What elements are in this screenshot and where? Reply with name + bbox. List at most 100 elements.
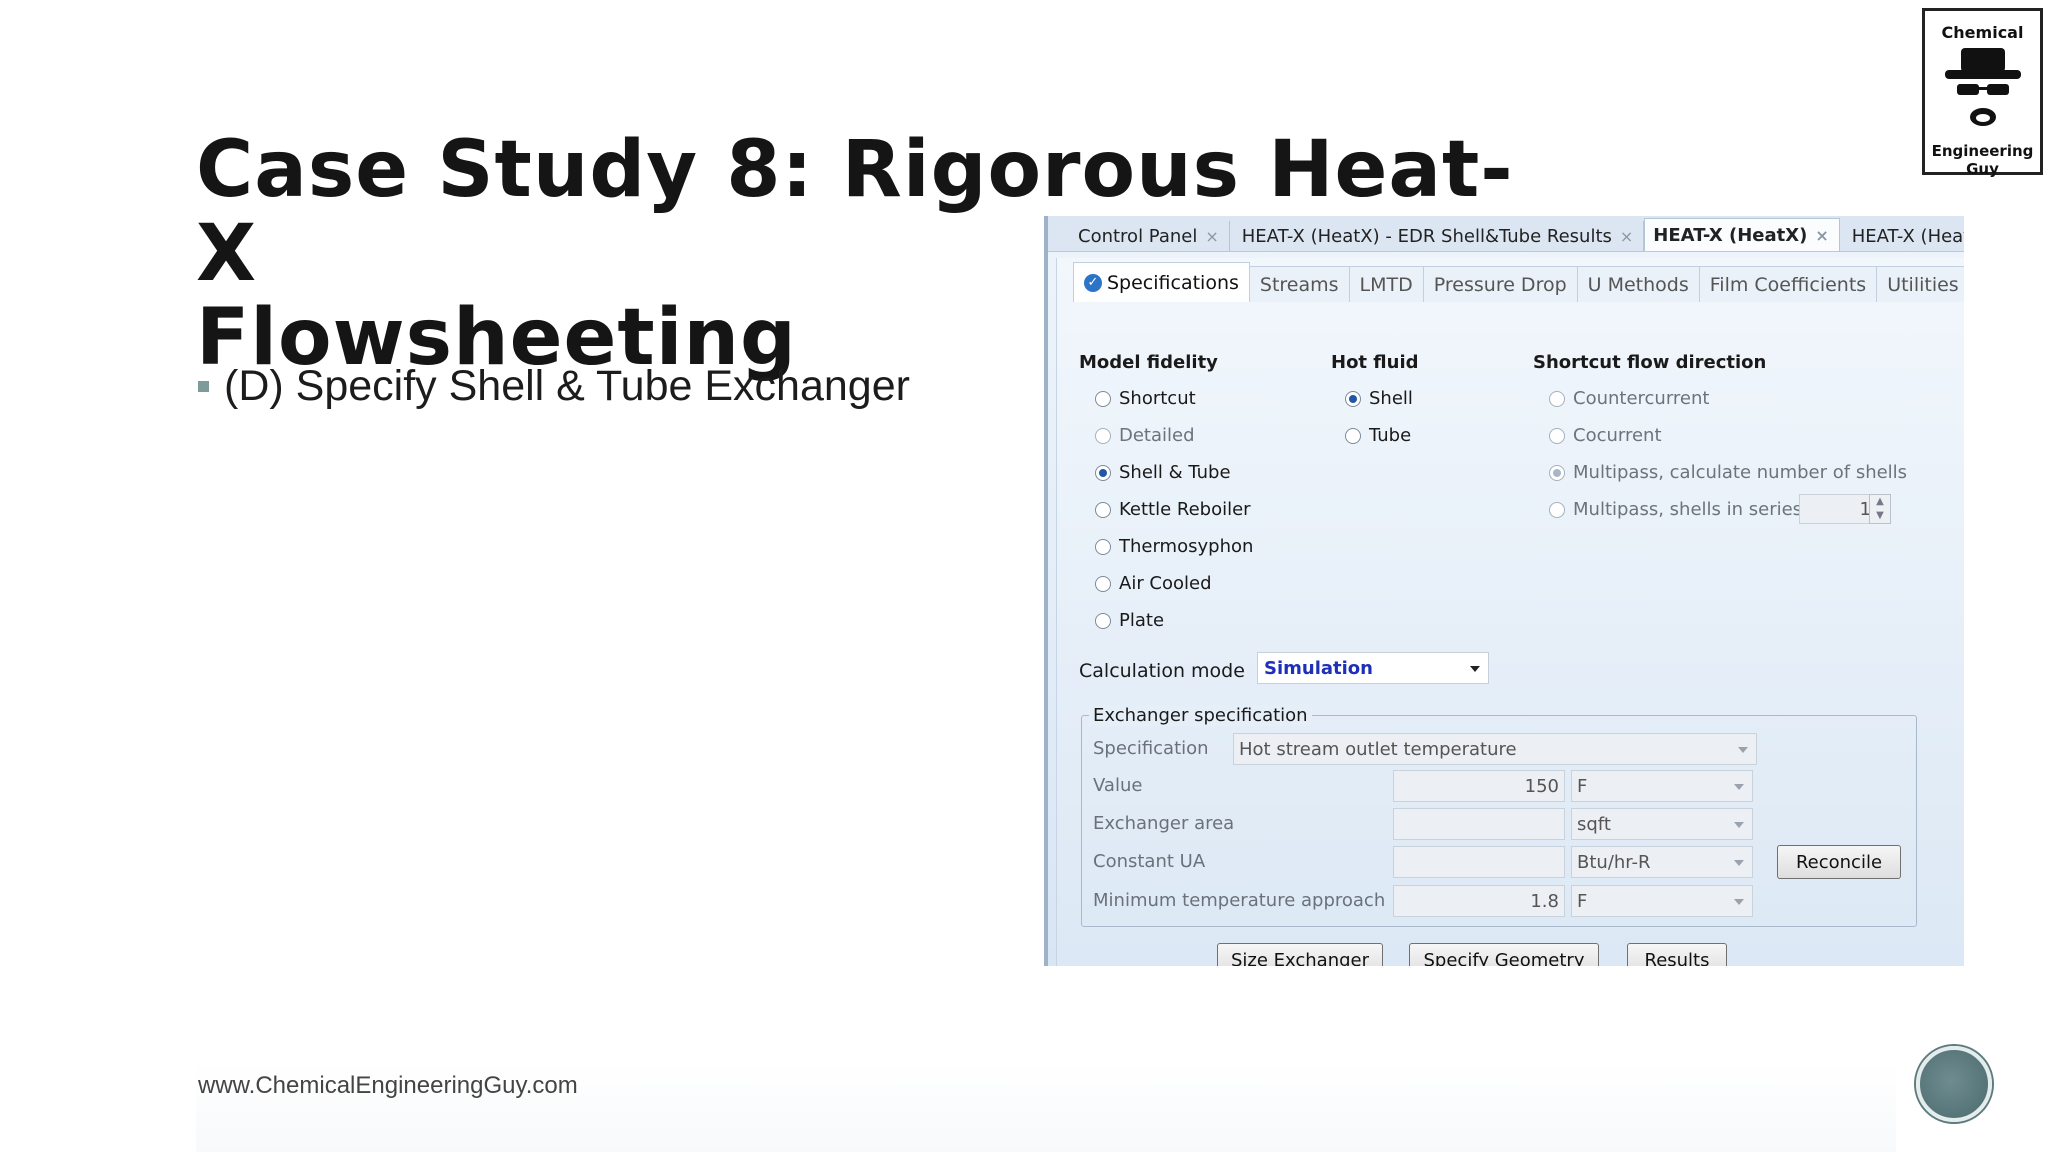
close-icon[interactable]: × bbox=[1620, 227, 1633, 246]
doc-tab-edr-results[interactable]: HEAT-X (HeatX) - EDR Shell&Tube Results … bbox=[1230, 221, 1645, 251]
radio-icon[interactable] bbox=[1095, 538, 1111, 555]
radio-plate[interactable]: Plate bbox=[1095, 610, 1164, 631]
constant-ua-input[interactable] bbox=[1393, 846, 1565, 878]
radio-cocurrent[interactable]: Cocurrent bbox=[1549, 425, 1662, 446]
radio-detailed[interactable]: Detailed bbox=[1095, 425, 1195, 446]
radio-multipass-calc[interactable]: Multipass, calculate number of shells bbox=[1549, 462, 1907, 483]
specify-geometry-button[interactable]: Specify Geometry bbox=[1409, 943, 1599, 966]
shells-in-series-input[interactable]: 1 bbox=[1799, 494, 1877, 524]
spinner-down-icon[interactable]: ▼ bbox=[1870, 509, 1890, 523]
chevron-down-icon bbox=[1734, 822, 1744, 828]
radio-label: Countercurrent bbox=[1573, 388, 1710, 409]
value-label: Value bbox=[1093, 775, 1143, 796]
radio-selected-icon[interactable] bbox=[1345, 390, 1361, 407]
doc-tab-label: HEAT-X (HeatX) - EDR Shell&Tube Results bbox=[1241, 225, 1612, 247]
radio-countercurrent[interactable]: Countercurrent bbox=[1549, 388, 1709, 409]
radio-icon[interactable] bbox=[1549, 427, 1565, 444]
doc-tab-label: HEAT-X (HeatX) bbox=[1653, 224, 1808, 246]
radio-shortcut[interactable]: Shortcut bbox=[1095, 388, 1196, 409]
ua-unit-select[interactable]: Btu/hr-R bbox=[1571, 846, 1753, 878]
results-button[interactable]: Results bbox=[1627, 943, 1727, 966]
radio-air-cooled[interactable]: Air Cooled bbox=[1095, 573, 1212, 594]
radio-icon[interactable] bbox=[1095, 575, 1111, 592]
radio-thermosyphon[interactable]: Thermosyphon bbox=[1095, 536, 1253, 557]
detective-hat-icon bbox=[1944, 48, 2021, 126]
close-icon[interactable]: × bbox=[1815, 226, 1828, 245]
footer-url: www.ChemicalEngineeringGuy.com bbox=[198, 1072, 578, 1099]
calculation-mode-value: Simulation bbox=[1264, 657, 1373, 679]
tab-utilities[interactable]: Utilities bbox=[1876, 266, 1964, 302]
radio-label: Air Cooled bbox=[1119, 573, 1212, 594]
sub-tabs: ✓ Specifications Streams LMTD Pressure D… bbox=[1073, 262, 1964, 302]
logo-text-bottom: Engineering Guy bbox=[1931, 142, 2034, 178]
min-temp-approach-input[interactable]: 1.8 bbox=[1393, 885, 1565, 917]
radio-label: Shell bbox=[1369, 388, 1413, 409]
calculation-mode-label: Calculation mode bbox=[1079, 660, 1245, 682]
radio-icon[interactable] bbox=[1095, 390, 1111, 407]
close-icon[interactable]: × bbox=[1205, 227, 1218, 246]
tab-u-methods[interactable]: U Methods bbox=[1576, 266, 1700, 302]
radio-icon[interactable] bbox=[1095, 501, 1111, 518]
chevron-down-icon bbox=[1738, 747, 1748, 753]
tab-film-coefficients[interactable]: Film Coefficients bbox=[1698, 266, 1878, 302]
exchanger-area-input[interactable] bbox=[1393, 808, 1565, 840]
logo-text-top: Chemical bbox=[1941, 23, 2024, 42]
tab-label: Specifications bbox=[1107, 271, 1239, 294]
hot-fluid-heading: Hot fluid bbox=[1331, 352, 1419, 373]
radio-label: Tube bbox=[1369, 425, 1412, 446]
radio-multipass-series[interactable]: Multipass, shells in series bbox=[1549, 499, 1802, 520]
form-area: ✓ Specifications Streams LMTD Pressure D… bbox=[1056, 258, 1964, 966]
tab-specifications[interactable]: ✓ Specifications bbox=[1073, 262, 1250, 302]
radio-icon[interactable] bbox=[1095, 612, 1111, 629]
radio-selected-icon[interactable] bbox=[1549, 464, 1565, 481]
model-fidelity-heading: Model fidelity bbox=[1079, 352, 1218, 373]
radio-icon[interactable] bbox=[1549, 501, 1565, 518]
logo: Chemical Engineering Guy bbox=[1922, 8, 2043, 178]
radio-icon[interactable] bbox=[1345, 427, 1361, 444]
spinner-up-icon[interactable]: ▲ bbox=[1870, 495, 1890, 509]
doc-tab-heatx-active[interactable]: HEAT-X (HeatX) × bbox=[1644, 218, 1840, 251]
radio-kettle-reboiler[interactable]: Kettle Reboiler bbox=[1095, 499, 1251, 520]
radio-label: Shell & Tube bbox=[1119, 462, 1231, 483]
radio-label: Detailed bbox=[1119, 425, 1195, 446]
radio-selected-icon[interactable] bbox=[1095, 464, 1111, 481]
radio-label: Multipass, shells in series bbox=[1573, 499, 1803, 520]
radio-icon[interactable] bbox=[1549, 390, 1565, 407]
bullet-item: (D) Specify Shell & Tube Exchanger bbox=[198, 362, 910, 411]
area-unit-select[interactable]: sqft bbox=[1571, 808, 1753, 840]
bullet-square-icon bbox=[198, 381, 209, 392]
radio-hot-shell[interactable]: Shell bbox=[1345, 388, 1413, 409]
check-circle-icon: ✓ bbox=[1084, 273, 1102, 292]
tab-pressure-drop[interactable]: Pressure Drop bbox=[1422, 266, 1578, 302]
bullet-text: (D) Specify Shell & Tube Exchanger bbox=[224, 362, 910, 410]
tab-lmtd[interactable]: LMTD bbox=[1348, 266, 1424, 302]
value-input[interactable]: 150 bbox=[1393, 770, 1565, 802]
specification-value: Hot stream outlet temperature bbox=[1239, 738, 1517, 760]
chevron-down-icon bbox=[1470, 666, 1480, 672]
min-temp-unit-select[interactable]: F bbox=[1571, 885, 1753, 917]
unit-value: sqft bbox=[1577, 813, 1611, 835]
doc-tab-label: Control Panel bbox=[1078, 225, 1198, 247]
doc-tab-control-panel[interactable]: Control Panel × bbox=[1056, 221, 1230, 251]
calculation-mode-select[interactable]: Simulation bbox=[1257, 652, 1489, 684]
document-tabs: Control Panel × HEAT-X (HeatX) - EDR She… bbox=[1048, 216, 1964, 252]
value-unit-select[interactable]: F bbox=[1571, 770, 1753, 802]
shells-spinner[interactable]: ▲ ▼ bbox=[1869, 494, 1891, 524]
size-exchanger-button[interactable]: Size Exchanger bbox=[1217, 943, 1383, 966]
radio-icon[interactable] bbox=[1095, 427, 1111, 444]
chevron-down-icon bbox=[1734, 860, 1744, 866]
exchanger-area-label: Exchanger area bbox=[1093, 813, 1235, 834]
exchanger-spec-legend: Exchanger specification bbox=[1089, 705, 1312, 726]
tab-streams[interactable]: Streams bbox=[1248, 266, 1350, 302]
unit-value: Btu/hr-R bbox=[1577, 851, 1651, 873]
heatx-window: Control Panel × HEAT-X (HeatX) - EDR She… bbox=[1044, 216, 1964, 966]
unit-value: F bbox=[1577, 775, 1588, 797]
constant-ua-label: Constant UA bbox=[1093, 851, 1206, 872]
reconcile-button[interactable]: Reconcile bbox=[1777, 845, 1901, 879]
radio-label: Kettle Reboiler bbox=[1119, 499, 1251, 520]
specification-select[interactable]: Hot stream outlet temperature bbox=[1233, 733, 1757, 765]
doc-tab-heatx[interactable]: HEAT-X (HeatX) bbox=[1840, 221, 1964, 251]
slide-nav-circle[interactable] bbox=[1916, 1046, 1992, 1122]
radio-shell-tube[interactable]: Shell & Tube bbox=[1095, 462, 1231, 483]
radio-hot-tube[interactable]: Tube bbox=[1345, 425, 1411, 446]
